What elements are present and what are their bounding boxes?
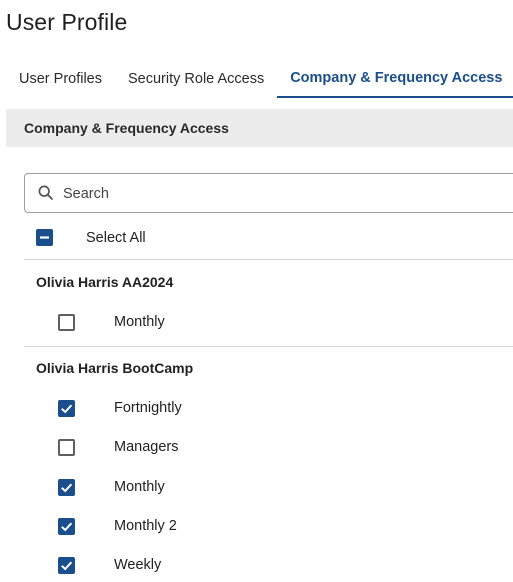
checkbox-aa2024-monthly[interactable] [58, 314, 75, 331]
tab-bar: User Profiles Security Role Access Compa… [6, 60, 513, 98]
item-label-bootcamp-weekly: Weekly [114, 557, 162, 573]
divider [24, 346, 513, 347]
search-field[interactable] [24, 173, 513, 213]
tab-company-frequency-access[interactable]: Company & Frequency Access [277, 60, 513, 98]
item-label-bootcamp-managers: Managers [114, 439, 179, 455]
item-label-bootcamp-fortnightly: Fortnightly [114, 400, 182, 416]
tab-security-role-access[interactable]: Security Role Access [115, 60, 277, 98]
user-profile-page: User Profile User Profiles Security Role… [0, 0, 513, 582]
checkbox-bootcamp-managers[interactable] [58, 439, 75, 456]
group-title-bootcamp: Olivia Harris BootCamp [36, 360, 194, 376]
select-all-checkbox[interactable] [36, 229, 53, 246]
select-all-label: Select All [86, 230, 146, 246]
search-icon [37, 184, 55, 202]
checkbox-bootcamp-monthly-2[interactable] [58, 518, 75, 535]
panel-title: Company & Frequency Access [24, 120, 229, 136]
checkbox-bootcamp-fortnightly[interactable] [58, 400, 75, 417]
page-title: User Profile [6, 9, 128, 35]
group-title-aa2024: Olivia Harris AA2024 [36, 274, 174, 290]
checkbox-bootcamp-weekly[interactable] [58, 557, 75, 574]
item-label-aa2024-monthly: Monthly [114, 314, 165, 330]
search-input[interactable] [61, 183, 465, 203]
panel-header: Company & Frequency Access [6, 109, 513, 147]
checkbox-bootcamp-monthly[interactable] [58, 479, 75, 496]
item-label-bootcamp-monthly: Monthly [114, 479, 165, 495]
divider [24, 259, 513, 260]
tab-user-profiles[interactable]: User Profiles [6, 60, 115, 98]
item-label-bootcamp-monthly-2: Monthly 2 [114, 518, 177, 534]
